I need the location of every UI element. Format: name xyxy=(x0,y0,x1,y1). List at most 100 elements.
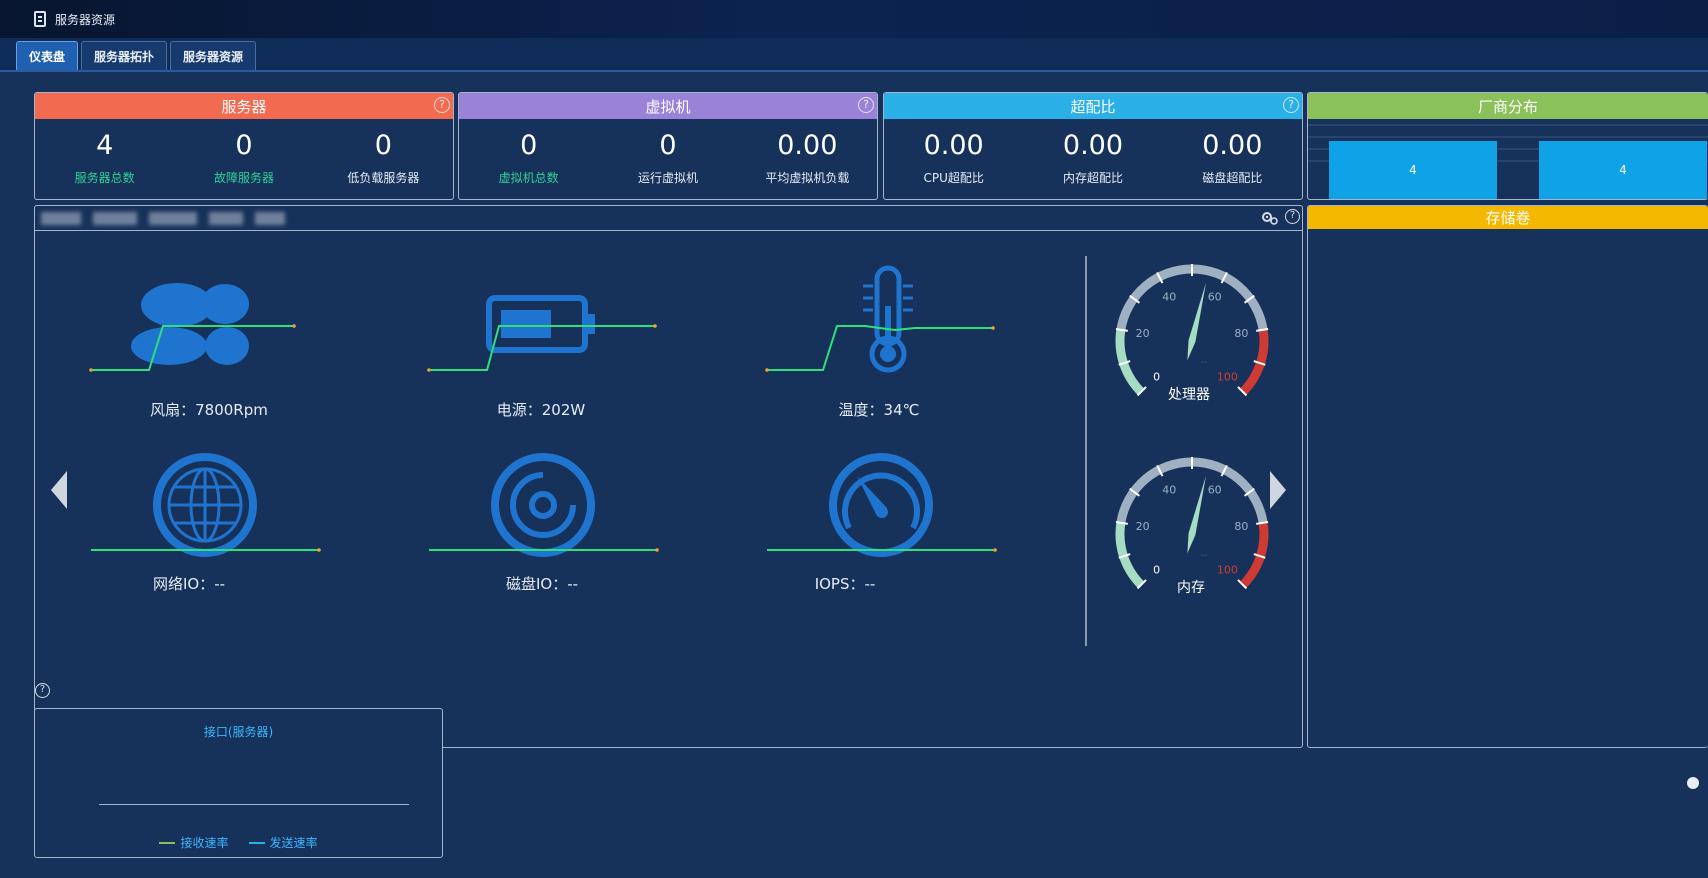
gauge-arc-band xyxy=(1116,457,1268,524)
gauge-tick-label: 40 xyxy=(1162,290,1176,303)
vendor-bar-chart: 4 4 xyxy=(1308,124,1708,199)
redacted-panel-title xyxy=(37,206,297,230)
bar-value-label: 4 xyxy=(1619,163,1627,177)
fan-icon xyxy=(89,283,296,372)
stat-value: 0.00 xyxy=(1202,130,1263,161)
gauge-tick-label: 40 xyxy=(1162,483,1176,496)
legend-item-send[interactable]: 发送速率 xyxy=(248,834,318,851)
server-card-title: 服务器 xyxy=(221,97,267,116)
hardware-fan[interactable]: 风扇：7800Rpm xyxy=(89,256,329,426)
storage-panel: 存储卷 xyxy=(1307,205,1708,748)
gauge-tick-label: 80 xyxy=(1234,520,1248,533)
disk-icon xyxy=(429,453,659,557)
stat-label: 服务器总数 xyxy=(74,171,135,185)
help-icon[interactable]: ? xyxy=(858,97,874,113)
legend-label: 发送速率 xyxy=(269,836,318,850)
vendor-card: 厂商分布 4 4 xyxy=(1307,92,1708,200)
gauge-tick-label: 100 xyxy=(1217,563,1238,576)
server-icon xyxy=(34,11,46,27)
stat-value: 0 xyxy=(520,130,538,161)
panel-divider xyxy=(1085,256,1087,646)
panel-header-divider xyxy=(35,230,1302,231)
help-icon[interactable]: ? xyxy=(1285,209,1300,224)
memory-gauge-label: 内存 xyxy=(1177,580,1205,596)
bar-value-label: 4 xyxy=(1409,163,1417,177)
battery-icon xyxy=(427,295,657,372)
gears-icon[interactable] xyxy=(1261,210,1279,226)
tab-server-resources[interactable]: 服务器资源 xyxy=(170,41,257,70)
status-line-end xyxy=(991,326,995,330)
storage-panel-title: 存储卷 xyxy=(1485,209,1531,227)
status-line-end xyxy=(653,324,657,328)
help-icon[interactable]: ? xyxy=(1283,97,1299,113)
iops-label: IOPS：-- xyxy=(814,575,876,593)
stat-label: 故障服务器 xyxy=(213,171,274,185)
stat-total-vms[interactable]: 0 虚拟机总数 xyxy=(459,119,598,199)
help-icon[interactable]: ? xyxy=(434,97,450,113)
hardware-panel: ? 风扇：7800Rpm 电源：202W 温度：34℃ 网络IO：-- 磁盘IO… xyxy=(34,205,1303,748)
vm-card: 虚拟机 ? 0 虚拟机总数 0 运行虚拟机 0.00 平均虚拟机负载 xyxy=(458,92,878,200)
legend-swatch xyxy=(159,841,176,844)
status-line-end xyxy=(427,368,431,372)
status-line-end xyxy=(292,324,296,328)
stat-low-load-servers[interactable]: 0 低负载服务器 xyxy=(314,119,453,199)
dashboard-main: 服务器 ? 4 服务器总数 0 故障服务器 0 低负载服务器 虚拟机 ? 0 虚… xyxy=(0,72,1708,878)
stat-cpu-overcommit[interactable]: 0.00 CPU超配比 xyxy=(884,119,1023,199)
status-line xyxy=(767,325,993,371)
hardware-power[interactable]: 电源：202W xyxy=(427,256,667,426)
hardware-temperature[interactable]: 温度：34℃ xyxy=(765,256,1005,426)
help-icon[interactable]: ? xyxy=(35,683,50,698)
gauge-tick-label: 20 xyxy=(1136,520,1150,533)
server-card-header: 服务器 ? xyxy=(35,93,453,119)
gauge-tick-label: 0 xyxy=(1153,563,1160,576)
gauge-tick-label: 20 xyxy=(1136,327,1150,340)
stat-faulty-servers[interactable]: 0 故障服务器 xyxy=(174,119,313,199)
stat-value: 0 xyxy=(374,130,392,161)
arrow-left-icon[interactable] xyxy=(51,471,67,509)
gauge-center-value: -- xyxy=(1200,357,1208,368)
stat-disk-overcommit[interactable]: 0.00 磁盘超配比 xyxy=(1163,119,1302,199)
overcommit-card: 超配比 ? 0.00 CPU超配比 0.00 内存超配比 0.00 磁盘超配比 xyxy=(883,92,1303,200)
hardware-network-io[interactable]: 网络IO：-- xyxy=(89,446,329,616)
speedometer-icon xyxy=(767,453,997,557)
status-line-end xyxy=(993,548,997,552)
stat-avg-vm-load[interactable]: 0.00 平均虚拟机负载 xyxy=(738,119,877,199)
gauge-center-value: -- xyxy=(1200,550,1208,561)
fan-label: 风扇：7800Rpm xyxy=(150,401,268,419)
stat-value: 0.00 xyxy=(923,130,984,161)
stat-label: CPU超配比 xyxy=(923,171,984,185)
stat-total-servers[interactable]: 4 服务器总数 xyxy=(35,119,174,199)
legend-item-receive[interactable]: 接收速率 xyxy=(159,834,229,851)
disk-io-label: 磁盘IO：-- xyxy=(505,575,579,593)
stat-label: 虚拟机总数 xyxy=(498,171,559,185)
temperature-label: 温度：34℃ xyxy=(838,401,920,419)
legend-swatch xyxy=(248,841,265,844)
gauge-tick-label: 60 xyxy=(1208,483,1222,496)
interface-panel: 接口(服务器) 接收速率 发送速率 xyxy=(34,708,443,858)
stat-memory-overcommit[interactable]: 0.00 内存超配比 xyxy=(1023,119,1162,199)
stat-label: 运行虚拟机 xyxy=(637,171,698,185)
chart-x-axis xyxy=(99,804,409,805)
gauge-needle xyxy=(1187,475,1207,554)
gauge-tick-label: 0 xyxy=(1153,370,1160,383)
gauge-tick-label: 100 xyxy=(1217,370,1238,383)
scroll-indicator-dot[interactable] xyxy=(1687,777,1699,789)
status-line-end xyxy=(317,548,321,552)
network-io-label: 网络IO：-- xyxy=(152,575,226,593)
globe-icon xyxy=(91,453,321,557)
window-titlebar: 服务器资源 xyxy=(0,0,1708,38)
power-label: 电源：202W xyxy=(496,401,586,419)
cpu-gauge-label: 处理器 xyxy=(1168,387,1210,403)
vendor-card-header: 厂商分布 xyxy=(1308,93,1708,119)
tab-dashboard[interactable]: 仪表盘 xyxy=(16,41,79,70)
gauge-needle xyxy=(1187,282,1207,361)
tab-server-topology[interactable]: 服务器拓扑 xyxy=(81,41,168,70)
server-card: 服务器 ? 4 服务器总数 0 故障服务器 0 低负载服务器 xyxy=(34,92,454,200)
hardware-disk-io[interactable]: 磁盘IO：-- xyxy=(427,446,667,616)
status-line-end xyxy=(89,368,93,372)
vm-card-header: 虚拟机 ? xyxy=(459,93,877,119)
stat-value: 0 xyxy=(235,130,253,161)
hardware-iops[interactable]: IOPS：-- xyxy=(765,446,1005,616)
stat-running-vms[interactable]: 0 运行虚拟机 xyxy=(598,119,737,199)
status-line-end xyxy=(765,368,769,372)
